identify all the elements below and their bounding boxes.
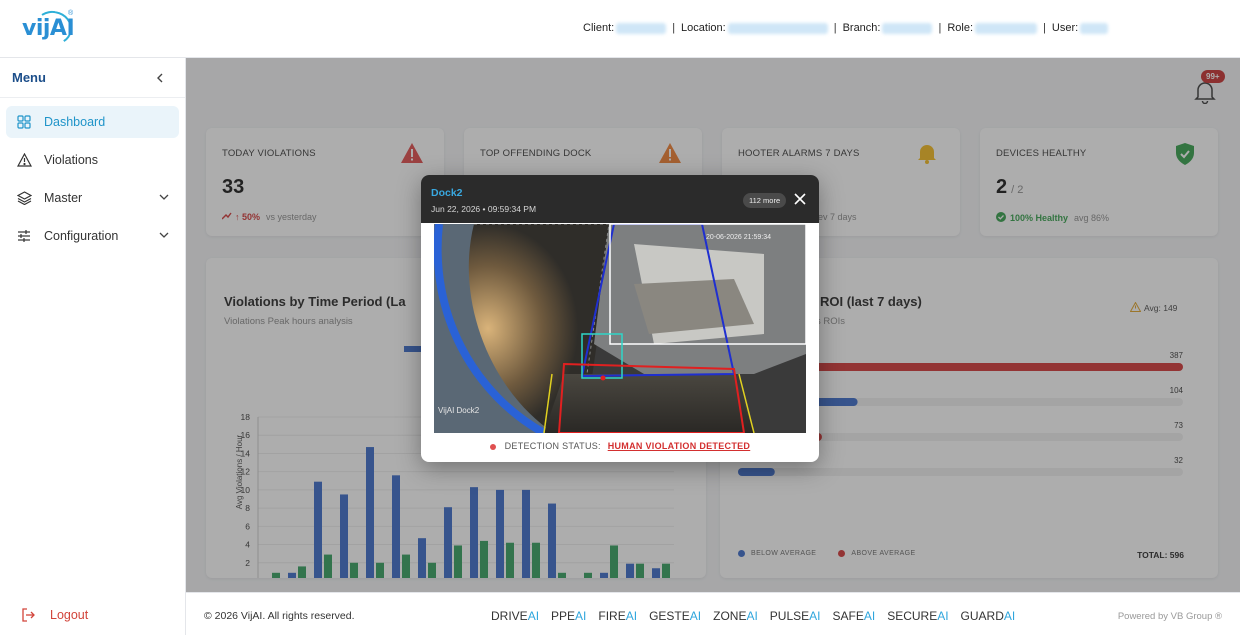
sidebar-item-label: Violations [44,153,98,167]
logout-label: Logout [50,608,89,622]
location-label: Location: [681,22,726,34]
client-label: Client: [583,22,615,34]
vijai-logo[interactable]: vijAI ® [20,7,80,49]
powered-by: Powered by VB Group ® [1117,611,1222,622]
menu-header: Menu [0,58,185,98]
product-link-secure[interactable]: SECUREAI [887,609,948,623]
sidebar-item-violations[interactable]: Violations [6,144,179,176]
modal-timestamp: Jun 22, 2026 • 09:59:34 PM [431,204,537,214]
product-links: DRIVEAI PPEAI FIREAI GESTEAI ZONEAI PULSEAI SA… [491,609,1015,623]
sidebar-item-dashboard[interactable]: Dashboard [6,106,179,138]
chevron-down-icon[interactable] [159,229,169,243]
sidebar-item-label: Master [44,191,83,205]
separator: | [938,22,942,34]
close-icon[interactable] [793,192,807,206]
client-value-redacted [616,22,667,34]
session-info: Client: | Location: | Branch: | Role: | … [583,22,1114,34]
sidebar-item-configuration[interactable]: Configuration [6,220,179,252]
product-link-geste[interactable]: GESTEAI [649,609,701,623]
sidebar-item-label: Configuration [44,229,119,243]
sliders-icon [16,228,32,244]
product-link-pulse[interactable]: PULSEAI [770,609,821,623]
role-value-redacted [975,22,1038,34]
product-link-zone[interactable]: ZONEAI [713,609,758,623]
sidebar-item-master[interactable]: Master [6,182,179,214]
separator: | [672,22,676,34]
product-link-drive[interactable]: DRIVEAI [491,609,539,623]
collapse-sidebar-icon[interactable] [155,70,165,86]
warning-icon [16,152,32,168]
separator: | [1043,22,1046,34]
violation-detail-modal: Dock2 Jun 22, 2026 • 09:59:34 PM 112 mor… [421,175,819,462]
sidebar: Menu Dashboard Violations Master Configu… [0,58,186,635]
user-value-redacted [1080,22,1109,34]
separator: | [833,22,837,34]
product-link-ppe[interactable]: PPEAI [551,609,586,623]
menu-title: Menu [12,70,46,85]
chevron-down-icon[interactable] [159,191,169,205]
copyright: © 2026 VijAI. All rights reserved. [204,610,355,622]
modal-header: Dock2 Jun 22, 2026 • 09:59:34 PM 112 mor… [421,175,819,223]
camera-frame-svg: 20-06-2026 21:59:34 [434,224,806,433]
more-images-badge[interactable]: 112 more [743,193,787,208]
top-header: vijAI ® Client: | Location: | Branch: | … [0,0,1240,58]
grid-icon [16,114,32,130]
status-dot [489,443,496,450]
modal-title: Dock2 [431,187,463,199]
logout-button[interactable]: Logout [20,607,88,623]
sidebar-item-label: Dashboard [44,115,106,129]
detection-status: DETECTION STATUS: HUMAN VIOLATION DETECT… [421,441,819,451]
camera-label: VijAI Dock2 [438,406,480,415]
status-label: DETECTION STATUS: [504,441,601,451]
camera-timestamp-overlay: 20-06-2026 21:59:34 [706,234,771,241]
branch-value-redacted [882,22,933,34]
product-link-fire[interactable]: FIREAI [598,609,637,623]
camera-snapshot[interactable]: 20-06-2026 21:59:34 VijAI Dock2 [434,224,806,433]
logo-registered-mark: ® [68,10,74,17]
user-label: User: [1051,22,1079,34]
location-value-redacted [727,22,828,34]
logo-text: vijAI [22,16,75,41]
footer: © 2026 VijAI. All rights reserved. DRIVE… [186,592,1240,635]
product-link-guard[interactable]: GUARDAI [961,609,1016,623]
logout-icon [20,607,36,623]
status-value[interactable]: HUMAN VIOLATION DETECTED [608,441,751,451]
branch-label: Branch: [842,22,881,34]
sidebar-nav: Dashboard Violations Master Configuratio… [0,98,185,266]
role-label: Role: [947,22,974,34]
layers-icon [16,190,32,206]
product-link-safe[interactable]: SAFEAI [833,609,876,623]
